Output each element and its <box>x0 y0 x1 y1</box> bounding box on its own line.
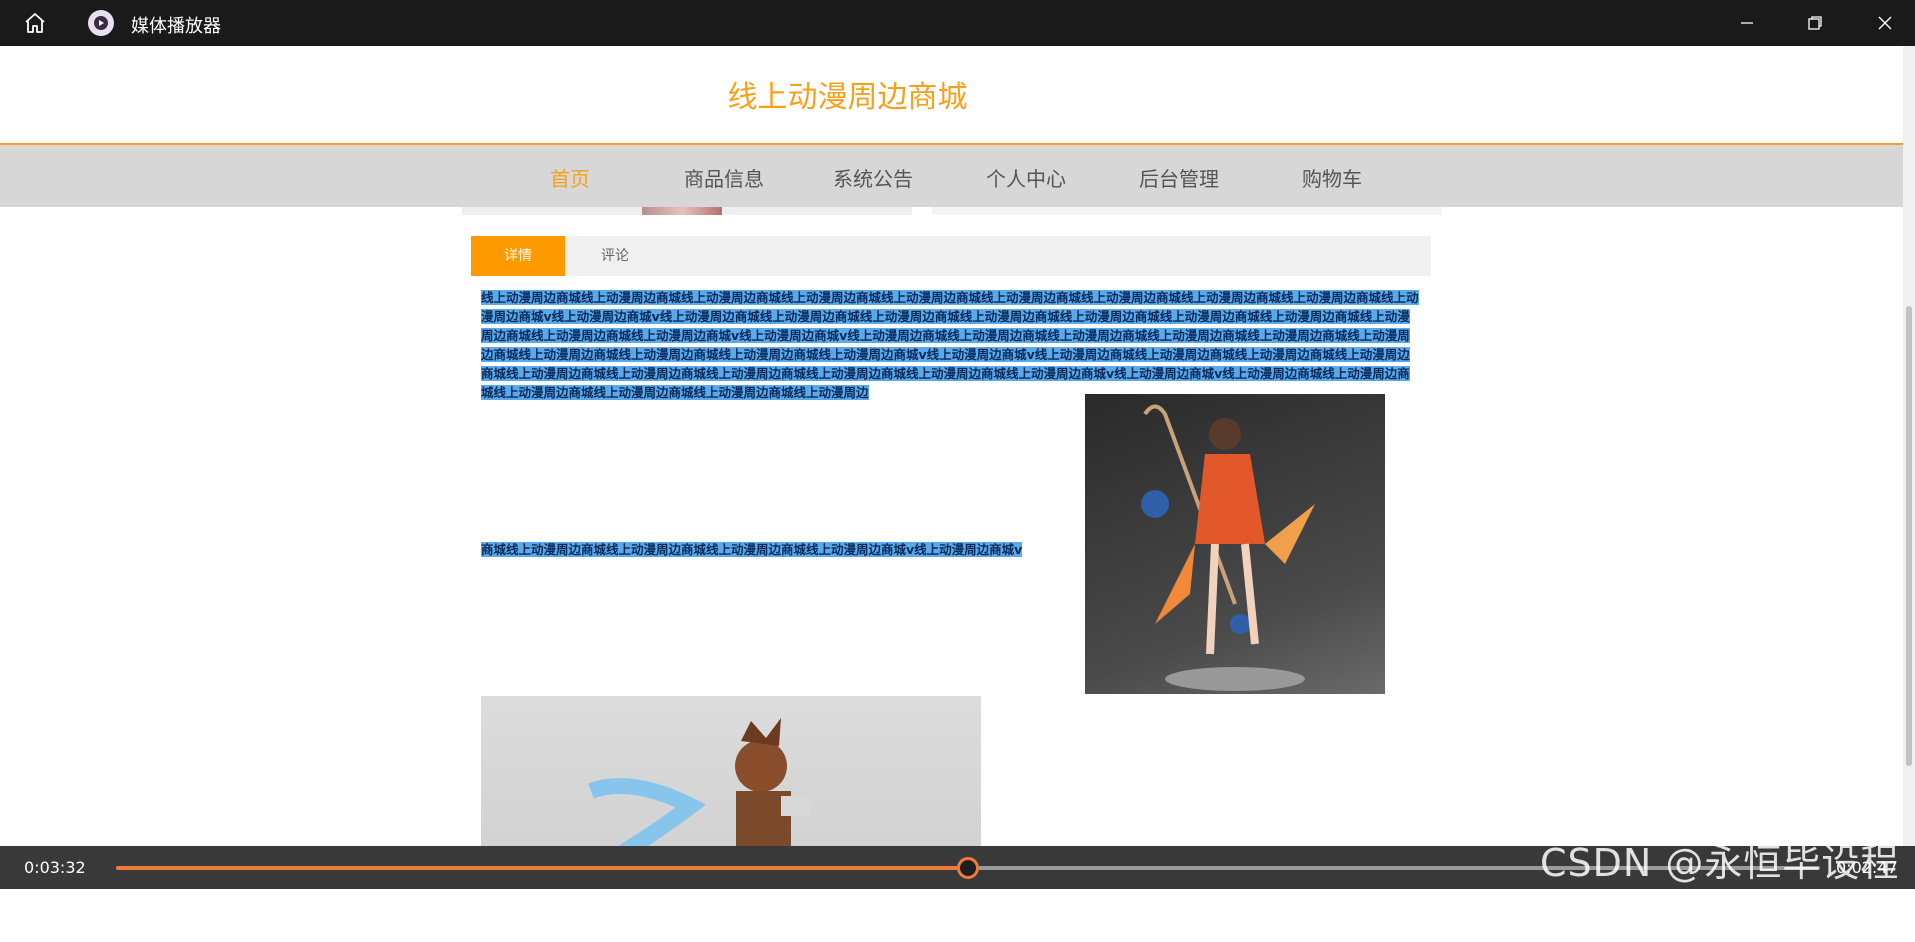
restore-button[interactable] <box>1780 0 1850 46</box>
nav-products[interactable]: 商品信息 <box>659 163 789 192</box>
close-button[interactable] <box>1850 0 1915 46</box>
window-titlebar: 媒体播放器 <box>0 0 1915 46</box>
selected-text: 线上动漫周边商城线上动漫周边商城线上动漫周边商城线上动漫周边商城线上动漫周边商城… <box>481 290 1419 400</box>
video-frame: 线上动漫周边商城 首页 商品信息 系统公告 个人中心 后台管理 购物车 详情 评… <box>0 46 1903 846</box>
nav-home[interactable]: 首页 <box>505 163 635 192</box>
seek-handle[interactable] <box>957 857 979 879</box>
media-player-app-icon <box>88 10 114 36</box>
product-figure-image-2 <box>481 696 981 846</box>
home-icon[interactable] <box>20 10 50 36</box>
nav-admin[interactable]: 后台管理 <box>1114 163 1244 192</box>
detail-paragraph: 线上动漫周边商城线上动漫周边商城线上动漫周边商城线上动漫周边商城线上动漫周边商城… <box>481 288 1421 402</box>
product-figure-image <box>1085 394 1385 694</box>
product-image-peek <box>462 207 912 215</box>
nav-cart[interactable]: 购物车 <box>1267 163 1397 192</box>
detail-tabs: 详情 评论 <box>471 236 1431 276</box>
nav-personal-center[interactable]: 个人中心 <box>961 163 1091 192</box>
site-title: 线上动漫周边商城 <box>727 80 968 115</box>
scrollbar-thumb[interactable] <box>1906 306 1912 766</box>
csdn-watermark: CSDN @永恒毕设程序 <box>1540 841 1900 940</box>
app-title: 媒体播放器 <box>131 16 221 37</box>
tab-detail[interactable]: 详情 <box>471 236 565 276</box>
nav-announcements[interactable]: 系统公告 <box>808 163 938 192</box>
detail-content: 线上动漫周边商城线上动漫周边商城线上动漫周边商城线上动漫周边商城线上动漫周边商城… <box>481 288 1421 846</box>
detail-line: 商城线上动漫周边商城线上动漫周边商城线上动漫周边商城线上动漫周边商城v线上动漫周… <box>481 540 1023 559</box>
page-scrollbar[interactable] <box>1903 46 1915 846</box>
tab-comments[interactable]: 评论 <box>565 236 665 276</box>
main-nav: 首页 商品信息 系统公告 个人中心 后台管理 购物车 <box>0 145 1903 207</box>
elapsed-time: 0:03:32 <box>24 858 86 877</box>
detail-row: 商城线上动漫周边商城线上动漫周边商城线上动漫周边商城线上动漫周边商城v线上动漫周… <box>481 394 1421 694</box>
seek-progress <box>116 866 968 870</box>
product-info-peek <box>932 207 1442 215</box>
selected-text-line: 商城线上动漫周边商城线上动漫周边商城线上动漫周边商城线上动漫周边商城v线上动漫周… <box>481 542 1023 557</box>
minimize-button[interactable] <box>1712 0 1782 46</box>
